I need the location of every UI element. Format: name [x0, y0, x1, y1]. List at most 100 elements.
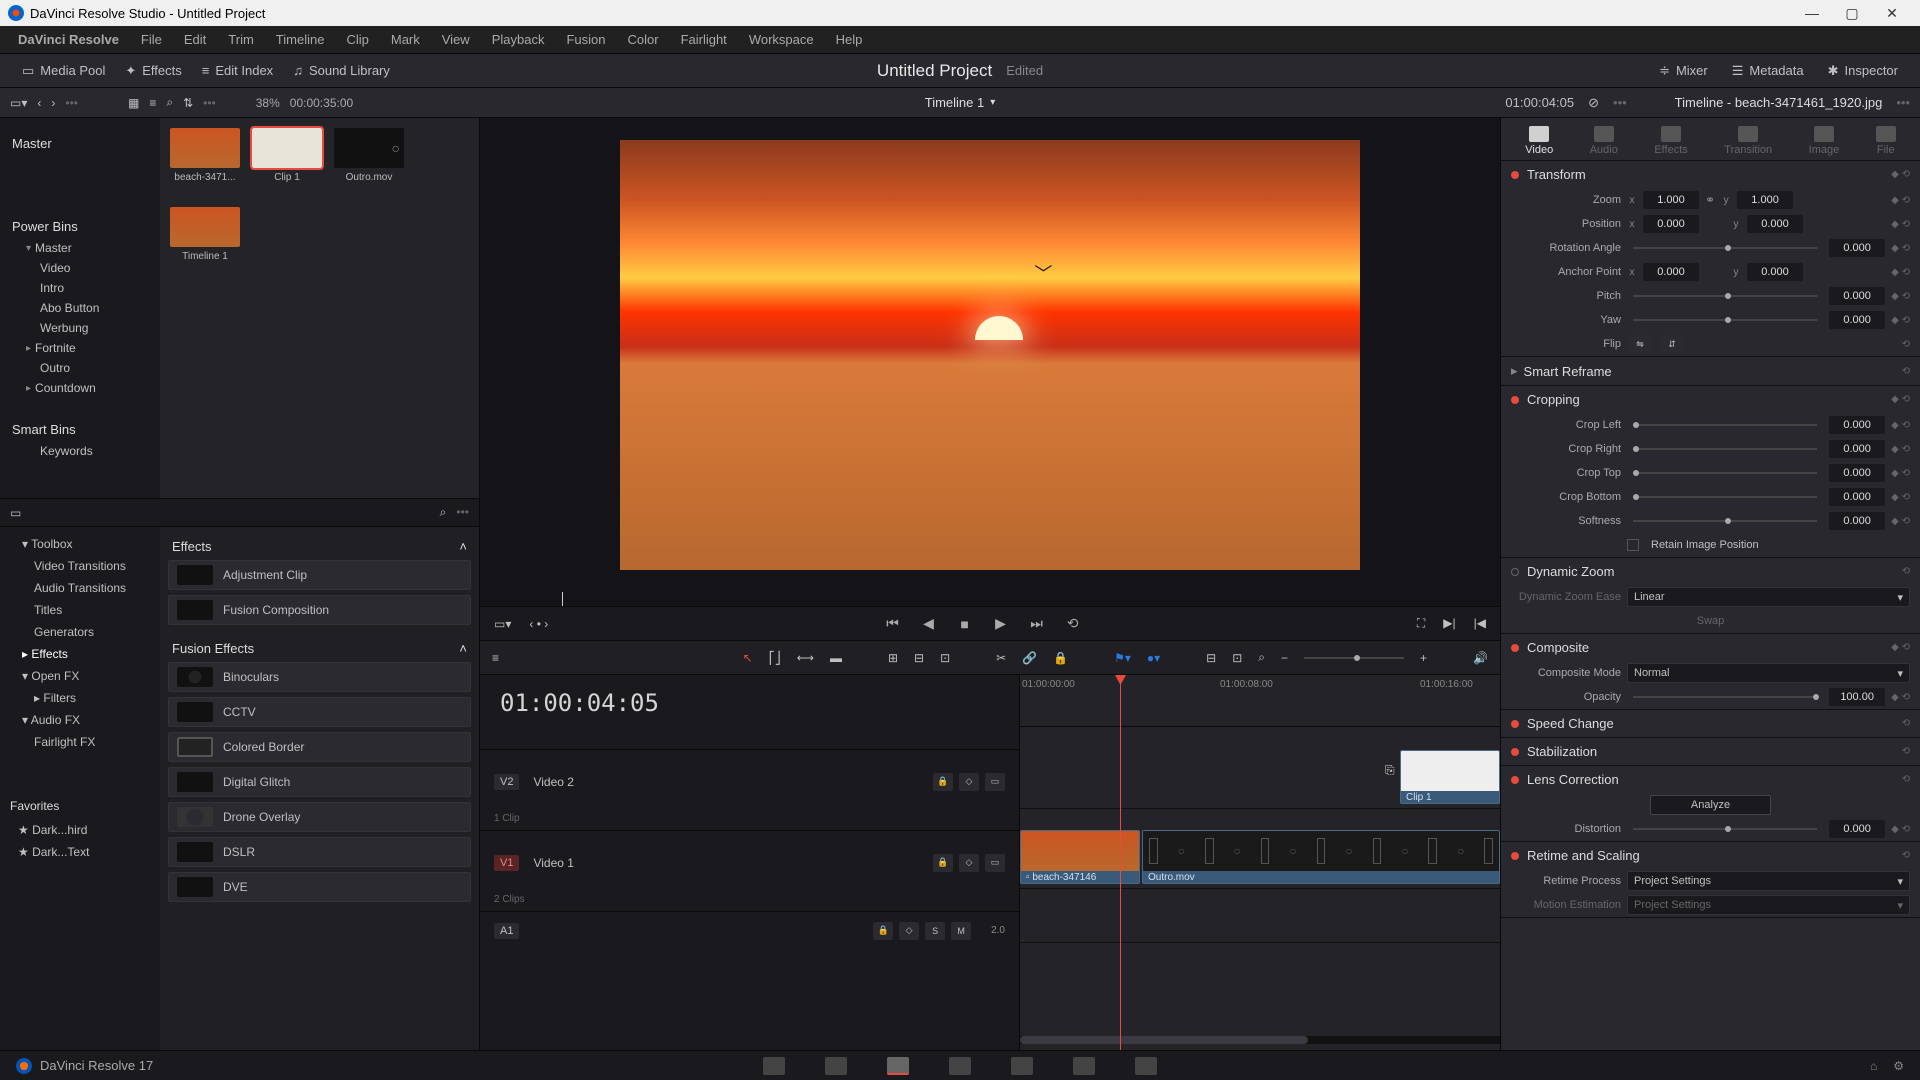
menu-timeline[interactable]: Timeline [268, 28, 333, 51]
effects-toggle[interactable]: ✦ Effects [115, 59, 191, 83]
menu-fairlight[interactable]: Fairlight [673, 28, 735, 51]
menu-playback[interactable]: Playback [484, 28, 553, 51]
retime-section[interactable]: Retime and Scaling⟲ [1501, 842, 1920, 869]
effect-item[interactable]: Colored Border [168, 732, 471, 762]
bin-item[interactable]: ▾Master [6, 238, 154, 258]
fx-cat[interactable]: ▾ Toolbox [4, 533, 156, 555]
minimize-button[interactable]: — [1792, 0, 1832, 26]
menu-fusion[interactable]: Fusion [558, 28, 613, 51]
zoom-x-input[interactable] [1643, 191, 1699, 209]
crop-bottom-input[interactable] [1829, 488, 1885, 506]
crop-top-slider[interactable] [1633, 472, 1817, 474]
disable-track-button[interactable]: ▭ [985, 773, 1005, 791]
effect-item[interactable]: Fusion Composition [168, 595, 471, 625]
yaw-slider[interactable] [1633, 319, 1817, 321]
softness-slider[interactable] [1633, 520, 1817, 522]
dynamic-trim-tool[interactable]: ⟷ [797, 651, 814, 665]
menu-clip[interactable]: Clip [338, 28, 376, 51]
first-frame-button[interactable]: ⏮ [884, 615, 902, 633]
link-icon[interactable]: 🔗 [1022, 651, 1037, 665]
menu-file[interactable]: File [133, 28, 170, 51]
next-icon[interactable]: › [51, 96, 55, 110]
home-button[interactable]: ⌂ [1870, 1059, 1877, 1073]
last-frame-button[interactable]: ⏭ [1028, 615, 1046, 633]
clip-thumb[interactable]: beach-3471... [170, 128, 240, 183]
replace-icon[interactable]: ⊡ [940, 651, 950, 665]
stop-button[interactable]: ■ [956, 615, 974, 633]
audio-icon[interactable]: 🔊 [1473, 651, 1488, 665]
bin-item[interactable]: Abo Button [6, 298, 154, 318]
play-button[interactable]: ▶ [992, 615, 1010, 633]
timeline-ruler[interactable]: 01:00:00:00 01:00:08:00 01:00:16:00 01:0… [1020, 675, 1500, 727]
menu-view[interactable]: View [434, 28, 478, 51]
lock-track-button[interactable]: 🔒 [873, 922, 893, 940]
color-page-button[interactable] [1011, 1057, 1033, 1075]
analyze-button[interactable]: Analyze [1650, 795, 1771, 815]
pos-x-input[interactable] [1643, 215, 1699, 233]
flag-icon[interactable]: ⚑▾ [1114, 651, 1131, 665]
crop-right-input[interactable] [1829, 440, 1885, 458]
smart-bins-head[interactable]: Smart Bins [6, 418, 154, 441]
track-lane-v1[interactable]: ▫ beach-347146 ○ ○ ○ ○ ○ ○ [1020, 825, 1500, 889]
disable-track-button[interactable]: ▭ [985, 854, 1005, 872]
insert-icon[interactable]: ⊞ [888, 651, 898, 665]
thumb-view-icon[interactable]: ▦ [128, 96, 139, 110]
smart-reframe-section[interactable]: ▸Smart Reframe⟲ [1501, 357, 1920, 385]
menu-color[interactable]: Color [619, 28, 666, 51]
timeline-clip[interactable]: ○ ○ ○ ○ ○ ○ Outro.mov [1142, 830, 1500, 884]
auto-select-button[interactable]: ◇ [959, 854, 979, 872]
effect-item[interactable]: Binoculars [168, 662, 471, 692]
inspector-tab-file[interactable]: File [1876, 126, 1896, 156]
effect-item[interactable]: Drone Overlay [168, 802, 471, 832]
search-icon[interactable]: ⌕ [166, 95, 173, 110]
menu-trim[interactable]: Trim [220, 28, 262, 51]
composite-section[interactable]: Composite◆ ⟲ [1501, 634, 1920, 661]
lens-section[interactable]: Lens Correction⟲ [1501, 766, 1920, 793]
fx-cat[interactable]: ▸ Effects [4, 643, 156, 665]
bin-item[interactable]: ▸Fortnite [6, 338, 154, 358]
power-bins-head[interactable]: Power Bins [6, 215, 154, 238]
fx-cat[interactable]: Fairlight FX [4, 731, 156, 753]
media-pool-toggle[interactable]: ▭ Media Pool [12, 59, 115, 83]
master-bin[interactable]: Master [6, 132, 154, 155]
close-button[interactable]: ✕ [1872, 0, 1912, 26]
flip-h-button[interactable]: ⇋ [1627, 335, 1653, 353]
mute-button[interactable]: M [951, 922, 971, 940]
loop-button[interactable]: ⟲ [1064, 615, 1082, 633]
crop-left-slider[interactable] [1633, 424, 1817, 426]
stabilization-section[interactable]: Stabilization⟲ [1501, 738, 1920, 765]
timeline-view-icon[interactable]: ≡ [492, 651, 499, 665]
fx-cat[interactable]: Generators [4, 621, 156, 643]
effect-item[interactable]: DSLR [168, 837, 471, 867]
pos-y-input[interactable] [1747, 215, 1803, 233]
viewer-tc[interactable]: 01:00:04:05 [1505, 95, 1574, 110]
fx-cat[interactable]: Audio Transitions [4, 577, 156, 599]
selection-tool[interactable]: ↖ [743, 651, 753, 665]
menu-mark[interactable]: Mark [383, 28, 428, 51]
prev-frame-button[interactable]: ◀ [920, 615, 938, 633]
lock-icon[interactable]: 🔒 [1053, 651, 1068, 665]
softness-input[interactable] [1829, 512, 1885, 530]
distortion-input[interactable] [1829, 820, 1885, 838]
motion-estimation-select[interactable]: Project Settings▾ [1627, 895, 1910, 915]
distortion-slider[interactable] [1633, 828, 1817, 830]
fx-cat[interactable]: Titles [4, 599, 156, 621]
fx-cat[interactable]: ▾ Audio FX [4, 709, 156, 731]
prev-edit-icon[interactable]: |◀ [1474, 616, 1486, 631]
overwrite-icon[interactable]: ⊟ [914, 651, 924, 665]
fx-cat[interactable]: ▸ Filters [4, 687, 156, 709]
effect-item[interactable]: CCTV [168, 697, 471, 727]
maximize-button[interactable]: ▢ [1832, 0, 1872, 26]
anchor-x-input[interactable] [1643, 263, 1699, 281]
track-lane-v2[interactable]: Clip 1 ⎘ [1020, 745, 1500, 809]
match-frame-icon[interactable]: ‹ • › [529, 617, 548, 631]
transform-section[interactable]: Transform◆ ⟲ [1501, 161, 1920, 188]
lock-track-button[interactable]: 🔒 [933, 854, 953, 872]
speed-section[interactable]: Speed Change⟲ [1501, 710, 1920, 737]
crop-right-slider[interactable] [1633, 448, 1817, 450]
composite-mode-select[interactable]: Normal▾ [1627, 663, 1910, 683]
cropping-section[interactable]: Cropping◆ ⟲ [1501, 386, 1920, 413]
anchor-y-input[interactable] [1747, 263, 1803, 281]
track-lane-a1[interactable] [1020, 905, 1500, 943]
fav-item[interactable]: ★ Dark...hird [4, 819, 156, 841]
